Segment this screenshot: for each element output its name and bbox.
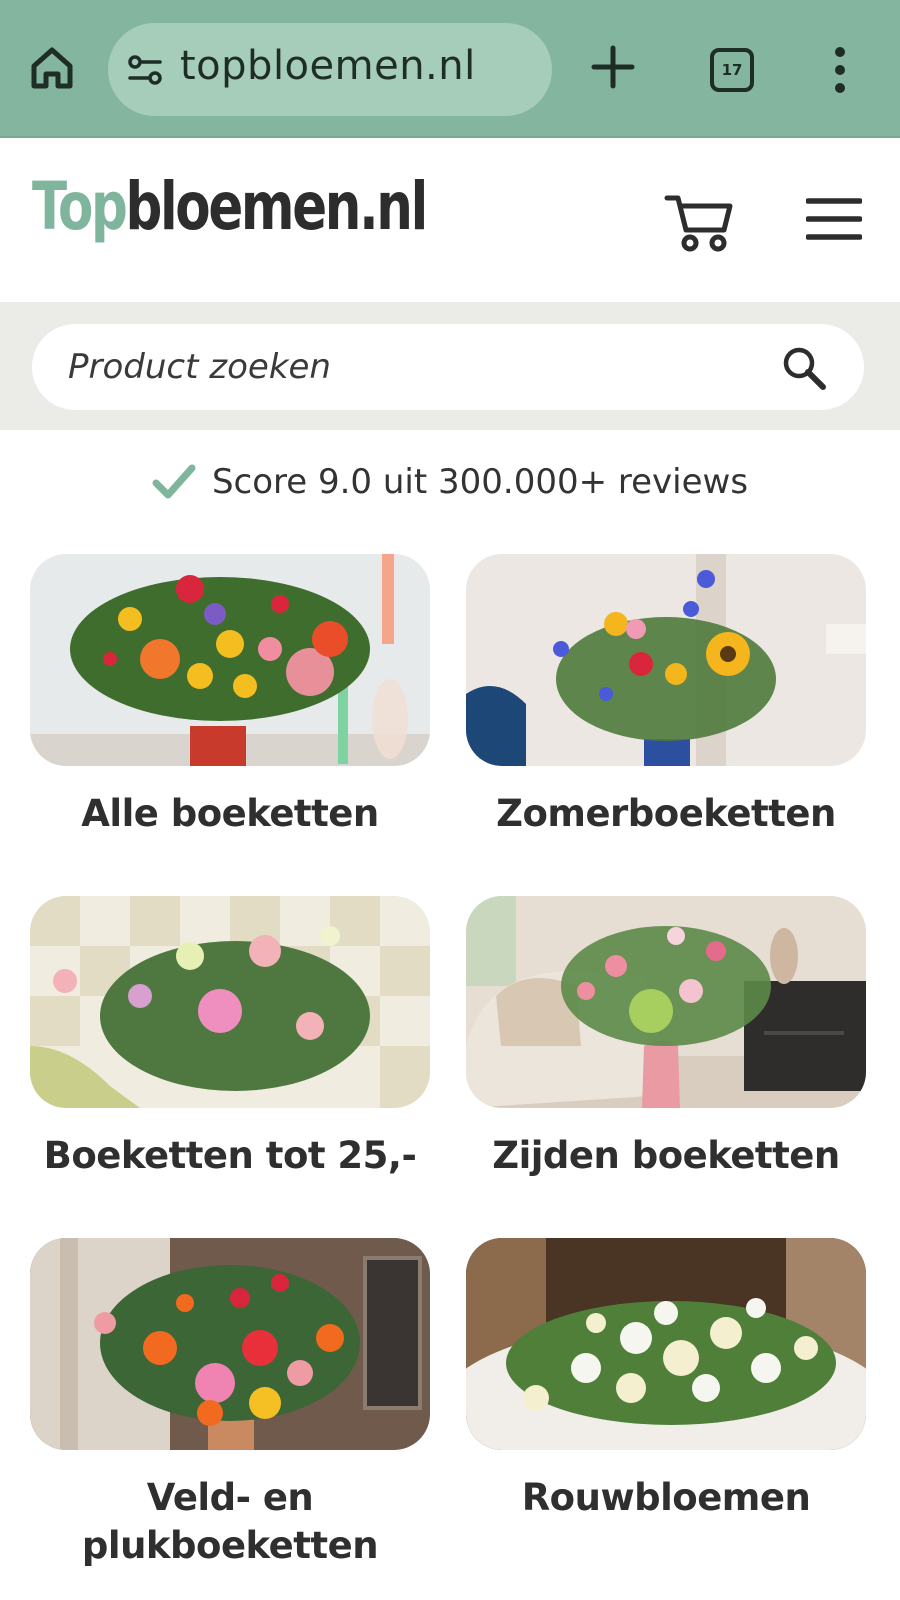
site-logo[interactable]: Topbloemen.nl [32, 168, 428, 245]
category-card-veld-en-plukboeketten[interactable]: Veld- en plukboeketten [30, 1238, 430, 1570]
search-box [32, 324, 864, 410]
category-label[interactable]: Zijden boeketten [466, 1132, 866, 1180]
search-input[interactable] [68, 342, 758, 392]
home-icon[interactable] [26, 42, 78, 94]
bouquet-image[interactable] [30, 1238, 430, 1450]
site-settings-icon[interactable] [126, 51, 164, 89]
search-section [0, 302, 900, 430]
address-bar[interactable]: topbloemen.nl [108, 23, 552, 116]
new-tab-icon[interactable] [590, 44, 636, 90]
browser-toolbar: topbloemen.nl 17 [0, 0, 900, 138]
cart-icon[interactable] [664, 192, 734, 254]
check-icon [152, 464, 196, 499]
bouquet-image[interactable] [466, 554, 866, 766]
category-card-zomerboeketten[interactable]: Zomerboeketten [466, 554, 866, 838]
logo-part-top: Top [32, 168, 128, 245]
search-icon[interactable] [780, 344, 828, 392]
category-label[interactable]: Zomerboeketten [466, 790, 866, 838]
tab-switcher-button[interactable]: 17 [710, 48, 754, 92]
category-card-zijden-boeketten[interactable]: Zijden boeketten [466, 896, 866, 1180]
bouquet-image[interactable] [466, 896, 866, 1108]
bouquet-image[interactable] [30, 896, 430, 1108]
kebab-menu-icon[interactable] [830, 46, 850, 94]
category-label[interactable]: Veld- en plukboeketten [30, 1474, 430, 1570]
url-text[interactable]: topbloemen.nl [180, 43, 476, 89]
bouquet-image[interactable] [466, 1238, 866, 1450]
site-header: Topbloemen.nl [0, 140, 900, 302]
category-label[interactable]: Boeketten tot 25,- [30, 1132, 430, 1180]
review-score-text: Score 9.0 uit 300.000+ reviews [211, 462, 749, 502]
category-card-boeketten-tot-25[interactable]: Boeketten tot 25,- [30, 896, 430, 1180]
hamburger-menu-icon[interactable] [806, 196, 862, 242]
category-card-rouwbloemen[interactable]: Rouwbloemen [466, 1238, 866, 1522]
bouquet-image[interactable] [30, 554, 430, 766]
category-label[interactable]: Alle boeketten [30, 790, 430, 838]
category-label[interactable]: Rouwbloemen [466, 1474, 866, 1522]
logo-part-bloemen: bloemen.nl [125, 168, 428, 245]
review-score: Score 9.0 uit 300.000+ reviews [0, 462, 900, 522]
category-card-alle-boeketten[interactable]: Alle boeketten [30, 554, 430, 838]
